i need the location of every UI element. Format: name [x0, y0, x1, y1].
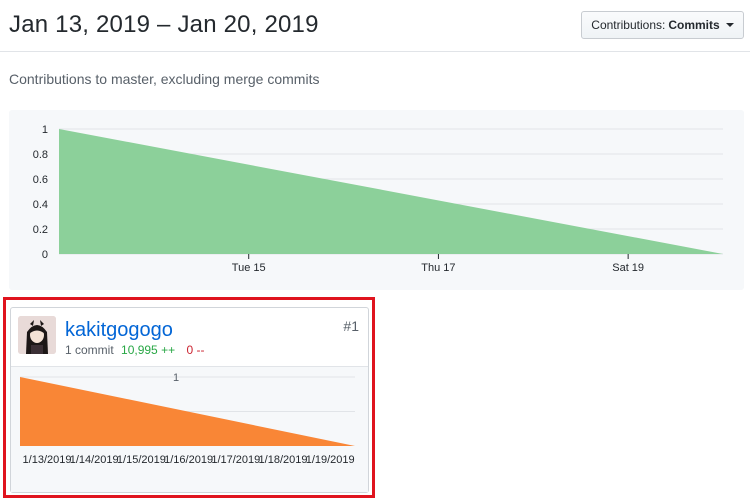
x-tick-label: 1/15/2019 [117, 454, 166, 466]
x-tick-label: Thu 17 [421, 262, 455, 274]
avatar-image [18, 316, 56, 354]
contributor-username-link[interactable]: kakitgogogo [65, 319, 173, 342]
y-tick-label: 1 [42, 124, 48, 136]
y-tick-label: 0.6 [33, 174, 48, 186]
y-tick-label: 0.4 [33, 199, 48, 211]
y-tick-label: 0.8 [33, 149, 48, 161]
contributor-chart-svg: 11/13/20191/14/20191/15/20191/16/20191/1… [20, 372, 355, 466]
x-tick-label: 1/13/2019 [23, 454, 72, 466]
dropdown-value: Commits [668, 18, 720, 32]
contributor-stats: 1 commit 10,995 ++ 0 -- [65, 343, 204, 357]
dropdown-label: Contributions: [591, 18, 666, 32]
deletions-count: 0 -- [186, 343, 205, 357]
contributions-type-dropdown[interactable]: Contributions: Commits [581, 11, 744, 39]
y-tick-label: 0 [42, 249, 48, 261]
commit-count: 1 commit [65, 343, 114, 357]
x-tick-label: 1/14/2019 [70, 454, 119, 466]
main-contributions-chart: 1 0.8 0.6 0.4 0.2 0 Tue 15 Thu 17 Sat 19 [9, 110, 744, 290]
header: Jan 13, 2019 – Jan 20, 2019 Contribution… [0, 0, 750, 52]
contributions-subtitle: Contributions to master, excluding merge… [9, 71, 320, 87]
x-tick-label: 1/18/2019 [259, 454, 308, 466]
x-tick-label: 1/16/2019 [164, 454, 213, 466]
contributor-chart: 1 1/13/2019 1/14/2019 1/15/2019 1/16/2019 1/1… [11, 367, 368, 492]
contributor-card-header: kakitgogogo 1 commit 10,995 ++ 0 -- #1 [11, 308, 368, 367]
date-range-title: Jan 13, 2019 – Jan 20, 2019 [9, 11, 319, 38]
avatar[interactable] [18, 316, 56, 354]
x-tick-label: Tue 15 [232, 262, 266, 274]
x-tick-label: 1/17/2019 [211, 454, 260, 466]
series-area [59, 129, 723, 254]
x-tick-label: 1/19/2019 [306, 454, 355, 466]
additions-count: 10,995 ++ [121, 343, 176, 357]
y-tick-label: 0.2 [33, 224, 48, 236]
contributor-rank: #1 [343, 318, 359, 334]
caret-down-icon [725, 23, 734, 27]
contributor-card: kakitgogogo 1 commit 10,995 ++ 0 -- #1 1… [10, 307, 369, 493]
y-tick-label: 1 [173, 372, 179, 384]
x-tick-label: Sat 19 [612, 262, 644, 274]
main-chart-svg: 1 0.8 0.6 0.4 0.2 0 Tue 15 Thu 17 Sat 19 [33, 124, 723, 274]
